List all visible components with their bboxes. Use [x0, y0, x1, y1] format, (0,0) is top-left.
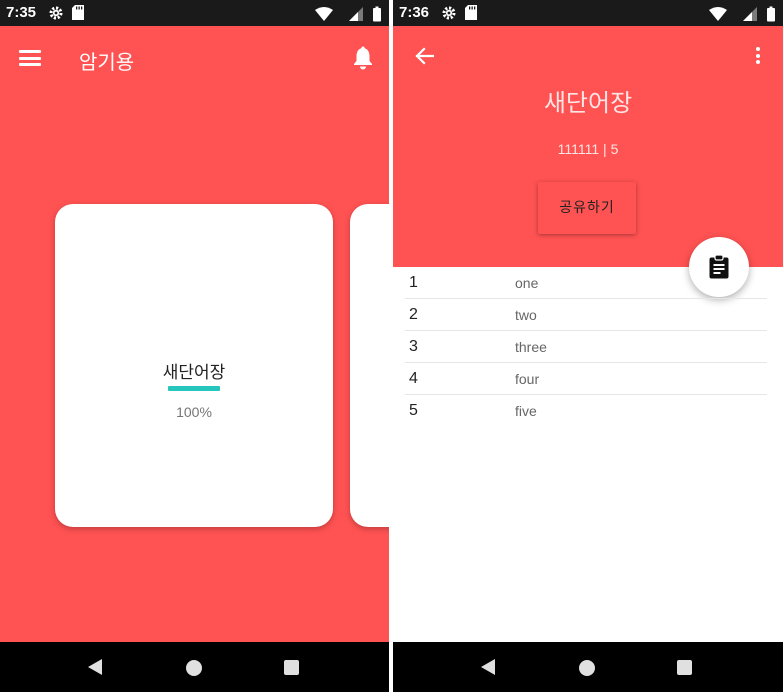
- wifi-icon: [709, 7, 727, 21]
- wordbook-title: 새단어장: [543, 89, 633, 117]
- settings-icon: [49, 6, 63, 20]
- status-time: 7:35: [6, 4, 37, 21]
- nav-recents-icon[interactable]: [284, 660, 299, 675]
- nav-back-icon[interactable]: [481, 659, 495, 675]
- share-button[interactable]: 공유하기: [538, 182, 636, 234]
- word-row[interactable]: 3 three: [405, 331, 767, 363]
- nav-back-icon[interactable]: [88, 659, 102, 675]
- next-wordbook-card[interactable]: [350, 204, 389, 527]
- wordbook-subtitle: 111111 | 5: [557, 141, 619, 157]
- hamburger-menu-icon[interactable]: [19, 50, 41, 66]
- wordbook-progress-bar: [168, 386, 220, 391]
- system-nav-bar: [0, 642, 389, 692]
- word-row[interactable]: 1 one: [405, 267, 767, 299]
- home-screen: 7:35 암기용 새단어장 100%: [0, 0, 389, 692]
- bell-icon[interactable]: [352, 46, 374, 70]
- word-number: 1: [409, 274, 418, 291]
- word-list: 1 one 2 two 3 three 4 four 5 five: [405, 267, 767, 427]
- wifi-icon: [315, 7, 333, 21]
- wordbook-card[interactable]: 새단어장 100%: [55, 204, 333, 527]
- battery-icon: [373, 6, 381, 22]
- status-bar: 7:35: [0, 0, 389, 26]
- cellular-signal-icon: [349, 7, 363, 21]
- wordbook-detail-screen: 7:36 새단어장 111111 | 5 공유하기 1 one 2 two 3 …: [393, 0, 783, 692]
- sd-card-icon: [72, 5, 84, 20]
- nav-home-icon[interactable]: [579, 660, 595, 676]
- word-row[interactable]: 2 two: [405, 299, 767, 331]
- word-number: 2: [409, 306, 418, 323]
- word-row[interactable]: 4 four: [405, 363, 767, 395]
- word-text: two: [515, 307, 537, 323]
- word-text: one: [515, 275, 539, 291]
- nav-home-icon[interactable]: [186, 660, 202, 676]
- arrow-back-icon[interactable]: [414, 46, 434, 66]
- status-time: 7:36: [399, 4, 430, 21]
- settings-icon: [442, 6, 456, 20]
- sd-card-icon: [465, 5, 477, 20]
- wordbook-card-title: 새단어장: [162, 363, 226, 383]
- word-text: three: [515, 339, 547, 355]
- wordbook-header: 새단어장 111111 | 5 공유하기: [393, 26, 783, 267]
- word-text: four: [515, 371, 540, 387]
- status-bar: 7:36: [393, 0, 783, 26]
- word-number: 5: [409, 402, 418, 419]
- word-row[interactable]: 5 five: [405, 395, 767, 427]
- battery-icon: [767, 6, 775, 22]
- system-nav-bar: [393, 642, 783, 692]
- app-title: 암기용: [79, 50, 135, 74]
- word-number: 3: [409, 338, 418, 355]
- word-text: five: [515, 403, 537, 419]
- nav-recents-icon[interactable]: [677, 660, 692, 675]
- wordbook-progress-label: 100%: [176, 404, 212, 420]
- more-vert-icon[interactable]: [755, 47, 761, 65]
- word-number: 4: [409, 370, 418, 387]
- cellular-signal-icon: [743, 7, 757, 21]
